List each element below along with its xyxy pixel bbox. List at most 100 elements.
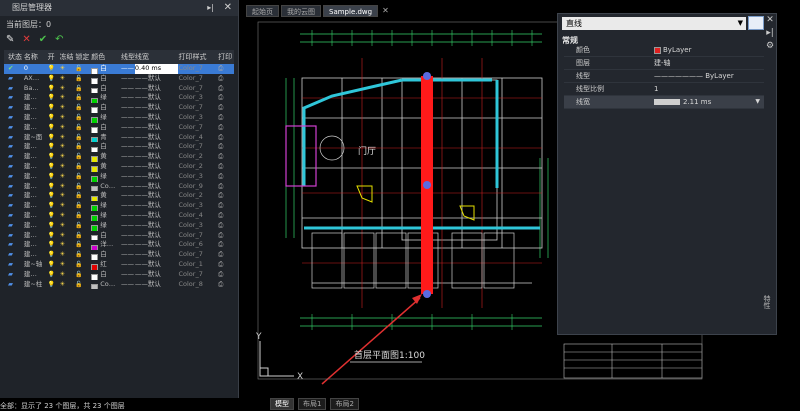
column-header[interactable]: 线型 xyxy=(121,50,135,64)
layer-lineweight[interactable]: ——默认 xyxy=(135,201,179,211)
lock-icon[interactable]: 🔓 xyxy=(75,250,91,260)
lock-icon[interactable]: 🔓 xyxy=(75,191,91,201)
layer-color[interactable]: 白 xyxy=(91,123,121,133)
layer-status-icon[interactable]: ▰ xyxy=(4,162,24,172)
layer-lineweight[interactable]: ——默认 xyxy=(135,123,179,133)
column-header[interactable]: 冻结 xyxy=(60,50,76,64)
property-value[interactable]: 1 xyxy=(654,83,764,95)
lock-icon[interactable]: 🔓 xyxy=(75,113,91,123)
printer-icon[interactable]: ⎙ xyxy=(218,162,234,172)
layer-status-icon[interactable]: ▰ xyxy=(4,191,24,201)
printer-icon[interactable]: ⎙ xyxy=(218,142,234,152)
lock-icon[interactable]: 🔓 xyxy=(75,133,91,143)
linetype-sample[interactable]: —— xyxy=(121,162,135,172)
sun-icon[interactable]: ☀ xyxy=(60,221,76,231)
sun-icon[interactable]: ☀ xyxy=(60,74,76,84)
printer-icon[interactable]: ⎙ xyxy=(218,270,234,280)
layer-status-icon[interactable]: ▰ xyxy=(4,93,24,103)
layer-color[interactable]: 绿 xyxy=(91,201,121,211)
layer-row[interactable]: ▰ 建~面 💡 ☀ 🔓 青 —— ——默认 Color_4 ⎙ xyxy=(4,133,234,143)
bulb-icon[interactable]: 💡 xyxy=(48,103,60,113)
layer-lineweight[interactable]: ——默认 xyxy=(135,182,179,192)
printer-icon[interactable]: ⎙ xyxy=(218,191,234,201)
printer-icon[interactable]: ⎙ xyxy=(218,74,234,84)
layer-lineweight[interactable]: ——默认 xyxy=(135,172,179,182)
printer-icon[interactable]: ⎙ xyxy=(218,250,234,260)
layer-status-icon[interactable]: ▰ xyxy=(4,270,24,280)
property-row[interactable]: 图层 建-轴 xyxy=(564,57,764,70)
layer-lineweight[interactable]: ——默认 xyxy=(135,231,179,241)
bulb-icon[interactable]: 💡 xyxy=(48,260,60,270)
layer-status-icon[interactable]: ▰ xyxy=(4,84,24,94)
close-icon[interactable]: ✕ xyxy=(224,0,232,16)
layer-row[interactable]: ▰ 建… 💡 ☀ 🔓 白 —— ——默认 Color_7 ⎙ xyxy=(4,103,234,113)
bulb-icon[interactable]: 💡 xyxy=(48,231,60,241)
layer-lineweight[interactable]: ——默认 xyxy=(135,162,179,172)
lock-icon[interactable]: 🔓 xyxy=(75,182,91,192)
layer-color[interactable]: 白 xyxy=(91,250,121,260)
bulb-icon[interactable]: 💡 xyxy=(48,133,60,143)
layer-lineweight[interactable]: ——默认 xyxy=(135,221,179,231)
layout-tab[interactable]: 布局2 xyxy=(330,398,359,410)
layer-row[interactable]: ▰ 建~轴 💡 ☀ 🔓 红 —— ——默认 Color_1 ⎙ xyxy=(4,260,234,270)
linetype-sample[interactable]: —— xyxy=(121,211,135,221)
layer-status-icon[interactable]: ▰ xyxy=(4,113,24,123)
sun-icon[interactable]: ☀ xyxy=(60,133,76,143)
layer-status-icon[interactable]: ▰ xyxy=(4,182,24,192)
printer-icon[interactable]: ⎙ xyxy=(218,152,234,162)
bulb-icon[interactable]: 💡 xyxy=(48,162,60,172)
layer-status-icon[interactable]: ▰ xyxy=(4,260,24,270)
doc-tab[interactable]: 我的云图 xyxy=(281,5,321,17)
sun-icon[interactable]: ☀ xyxy=(60,250,76,260)
layer-status-icon[interactable]: ✔ xyxy=(4,64,24,74)
sun-icon[interactable]: ☀ xyxy=(60,152,76,162)
layer-row[interactable]: ▰ 建~柱 💡 ☀ 🔓 Co… —— ——默认 Color_8 ⎙ xyxy=(4,280,234,290)
lock-icon[interactable]: 🔓 xyxy=(75,260,91,270)
lock-icon[interactable]: 🔓 xyxy=(75,64,91,74)
printer-icon[interactable]: ⎙ xyxy=(218,93,234,103)
lock-icon[interactable]: 🔓 xyxy=(75,270,91,280)
bulb-icon[interactable]: 💡 xyxy=(48,74,60,84)
bulb-icon[interactable]: 💡 xyxy=(48,182,60,192)
property-value[interactable]: ——————— ByLayer xyxy=(654,70,764,82)
layer-lineweight[interactable]: ——默认 xyxy=(135,84,179,94)
lock-icon[interactable]: 🔓 xyxy=(75,172,91,182)
layer-lineweight[interactable]: ——默认 xyxy=(135,270,179,280)
lock-icon[interactable]: 🔓 xyxy=(75,84,91,94)
layer-status-icon[interactable]: ▰ xyxy=(4,123,24,133)
layer-row[interactable]: ▰ 建… 💡 ☀ 🔓 绿 —— ——默认 Color_3 ⎙ xyxy=(4,172,234,182)
layer-status-icon[interactable]: ▰ xyxy=(4,280,24,290)
layer-color[interactable]: 黄 xyxy=(91,152,121,162)
bulb-icon[interactable]: 💡 xyxy=(48,123,60,133)
layer-color[interactable]: 洋… xyxy=(91,240,121,251)
printer-icon[interactable]: ⎙ xyxy=(218,182,234,192)
layer-row[interactable]: ✔ 0 💡 ☀ 🔓 白 —— 0.40 ms Color_7 ⎙ xyxy=(4,64,234,74)
layer-color[interactable]: 白 xyxy=(91,64,121,74)
sun-icon[interactable]: ☀ xyxy=(60,103,76,113)
bulb-icon[interactable]: 💡 xyxy=(48,64,60,74)
layer-color[interactable]: 红 xyxy=(91,260,121,270)
linetype-sample[interactable]: —— xyxy=(121,172,135,182)
layer-row[interactable]: ▰ 建… 💡 ☀ 🔓 绿 —— ——默认 Color_3 ⎙ xyxy=(4,201,234,211)
layer-lineweight[interactable]: ——默认 xyxy=(135,133,179,143)
bulb-icon[interactable]: 💡 xyxy=(48,221,60,231)
layer-color[interactable]: 绿 xyxy=(91,221,121,231)
bulb-icon[interactable]: 💡 xyxy=(48,250,60,260)
printer-icon[interactable]: ⎙ xyxy=(218,211,234,221)
lock-icon[interactable]: 🔓 xyxy=(75,231,91,241)
chevron-down-icon[interactable]: ▼ xyxy=(755,96,760,108)
sun-icon[interactable]: ☀ xyxy=(60,84,76,94)
lock-icon[interactable]: 🔓 xyxy=(75,211,91,221)
doc-tab[interactable]: Sample.dwg xyxy=(323,5,379,17)
layer-row[interactable]: ▰ 建… 💡 ☀ 🔓 黄 —— ——默认 Color_2 ⎙ xyxy=(4,191,234,202)
layer-row[interactable]: ▰ 建… 💡 ☀ 🔓 Co… —— ——默认 Color_9 ⎙ xyxy=(4,182,234,192)
column-header[interactable]: 打印样式 xyxy=(178,50,218,64)
close-icon[interactable]: ✕ xyxy=(763,14,777,27)
object-type-select[interactable]: 直线 ▼ xyxy=(562,17,746,30)
layer-color[interactable]: 青 xyxy=(91,133,121,143)
linetype-sample[interactable]: —— xyxy=(121,152,135,162)
pin-icon[interactable]: ▸| xyxy=(763,27,777,40)
printer-icon[interactable]: ⎙ xyxy=(218,103,234,113)
layer-lineweight[interactable]: ——默认 xyxy=(135,260,179,270)
layer-row[interactable]: ▰ 建… 💡 ☀ 🔓 白 —— ——默认 Color_7 ⎙ xyxy=(4,231,234,241)
